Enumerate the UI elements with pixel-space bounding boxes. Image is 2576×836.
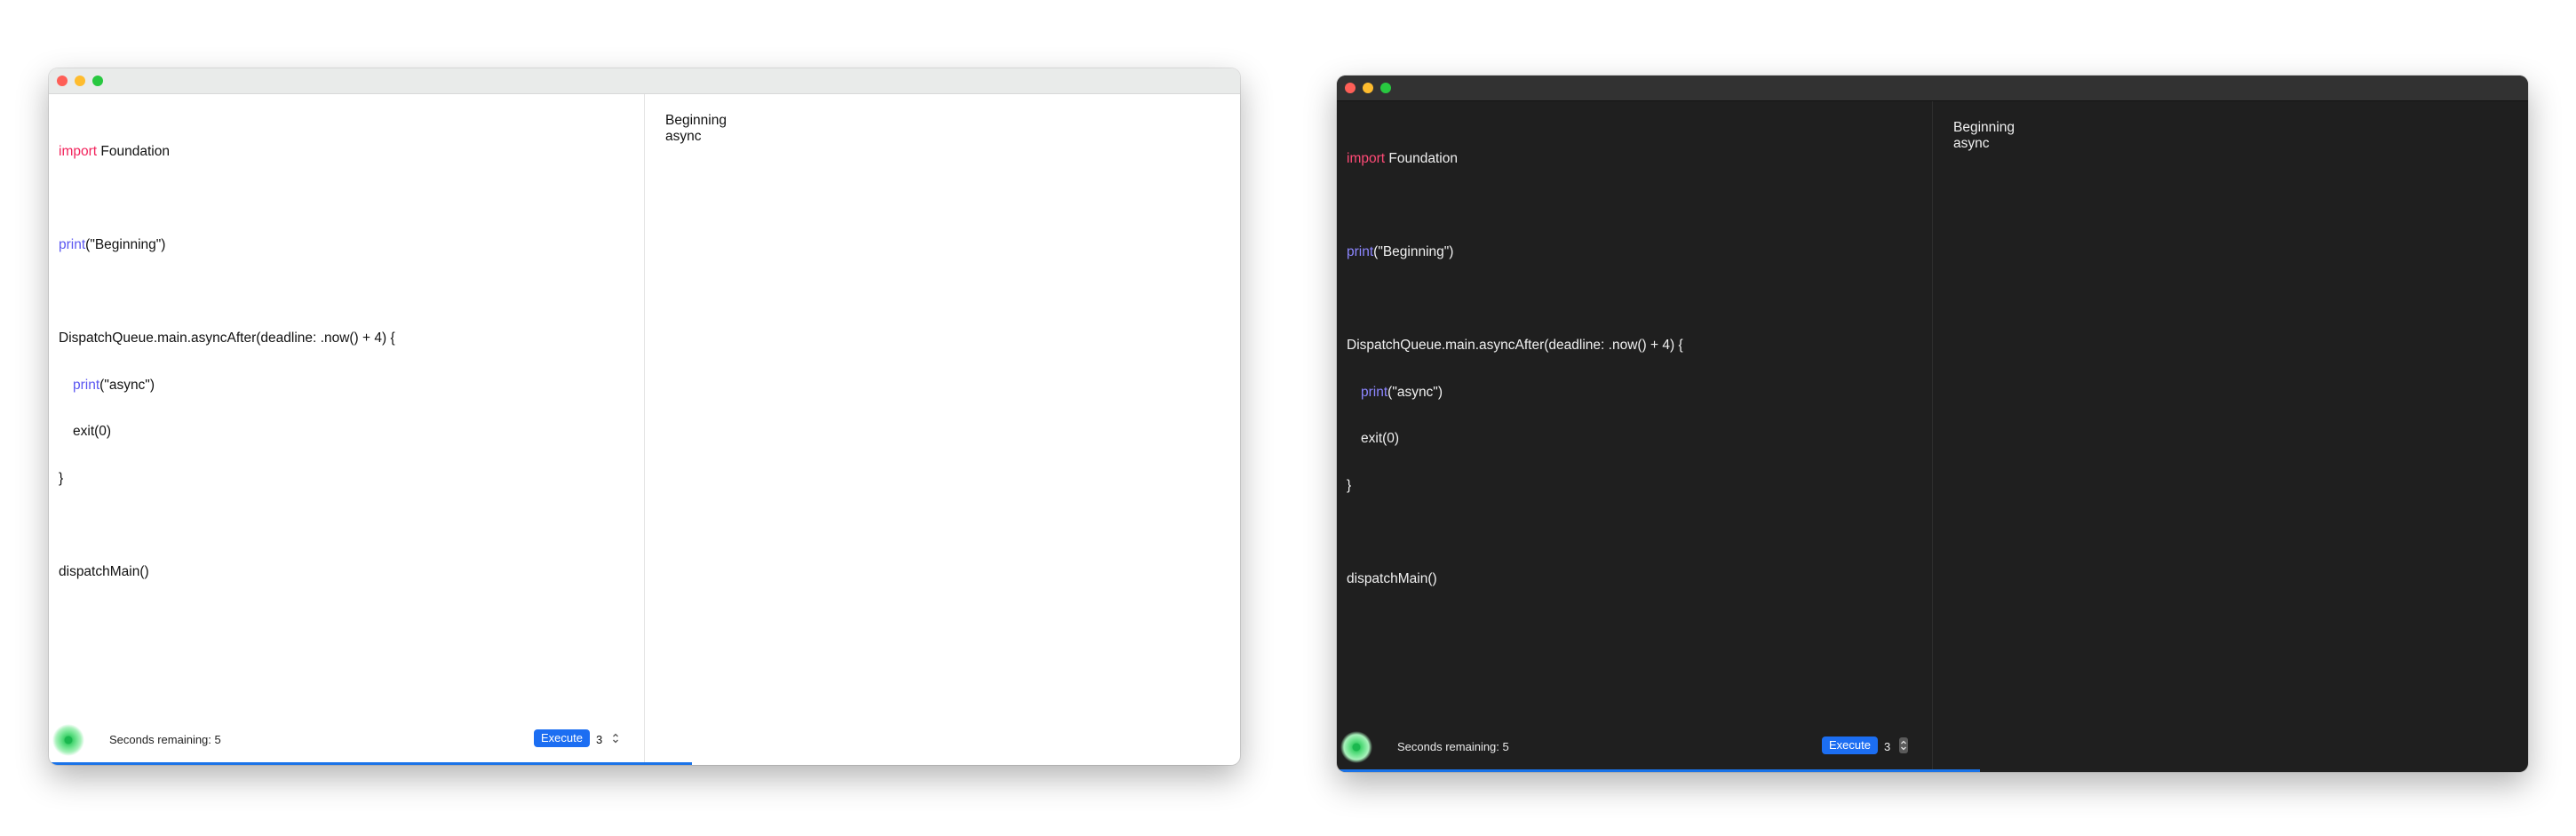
title-bar [1337, 76, 2528, 101]
seconds-remaining-label: Seconds remaining: 5 [109, 733, 221, 746]
seconds-remaining-label: Seconds remaining: 5 [1397, 740, 1509, 753]
code-line: dispatchMain() [1347, 570, 1437, 586]
zoom-window-button[interactable] [1380, 83, 1391, 93]
code-line: import Foundation [59, 144, 395, 160]
function-token: print [73, 377, 100, 393]
code-token: Foundation [97, 144, 170, 159]
code-text[interactable]: import Foundation print("Beginning") Dis… [59, 113, 395, 610]
output-panel: Beginning async [1933, 101, 2528, 772]
close-window-button[interactable] [1345, 83, 1356, 93]
function-token: print [59, 237, 86, 252]
code-token: Foundation [1385, 151, 1458, 166]
code-line: } [59, 470, 64, 486]
close-window-button[interactable] [57, 76, 68, 86]
code-line: print("Beginning") [1347, 244, 1683, 260]
code-token: ("Beginning") [1373, 244, 1454, 259]
output-text: Beginning async [665, 113, 727, 144]
stepper-value: 3 [1884, 740, 1891, 753]
code-line: print("Beginning") [59, 237, 395, 253]
dark-mode-window: import Foundation print("Beginning") Dis… [1337, 76, 2528, 772]
value-stepper[interactable] [1899, 737, 1908, 753]
output-text: Beginning async [1953, 120, 2015, 151]
code-line: dispatchMain() [59, 563, 149, 579]
progress-bar [49, 762, 1240, 765]
running-status-indicator-icon [52, 724, 84, 756]
output-line: async [1953, 135, 1990, 151]
code-text[interactable]: import Foundation print("Beginning") Dis… [1347, 120, 1683, 617]
code-editor[interactable]: import Foundation print("Beginning") Dis… [1337, 101, 1933, 772]
code-token: ("Beginning") [85, 237, 166, 252]
progress-fill [49, 762, 693, 765]
code-line: print("async") [1347, 385, 1683, 401]
bottom-toolbar: Seconds remaining: 5 Execute 3 [1337, 728, 1932, 772]
code-token: ("async") [1387, 384, 1443, 400]
minimize-window-button[interactable] [1363, 83, 1373, 93]
code-line: exit(0) [73, 424, 112, 439]
code-line: DispatchQueue.main.asyncAfter(deadline: … [59, 330, 395, 346]
light-mode-window: import Foundation print("Beginning") Dis… [49, 68, 1240, 765]
progress-fill [1337, 769, 1981, 772]
code-line: DispatchQueue.main.asyncAfter(deadline: … [1347, 338, 1683, 353]
keyword-token: import [59, 144, 98, 159]
code-line: import Foundation [1347, 151, 1683, 167]
value-stepper[interactable] [611, 730, 620, 746]
zoom-window-button[interactable] [92, 76, 103, 86]
up-down-chevron-icon [1901, 740, 1906, 751]
minimize-window-button[interactable] [75, 76, 85, 86]
code-editor[interactable]: import Foundation print("Beginning") Dis… [49, 94, 645, 765]
code-token: ("async") [99, 377, 155, 393]
title-bar [49, 68, 1240, 94]
output-line: Beginning [665, 113, 727, 128]
code-line: exit(0) [1361, 431, 1400, 446]
execute-button[interactable]: Execute [1822, 736, 1878, 754]
bottom-toolbar: Seconds remaining: 5 Execute 3 [49, 721, 644, 765]
output-panel: Beginning async [645, 94, 1240, 765]
code-line: } [1347, 477, 1352, 493]
stepper-value: 3 [596, 733, 603, 746]
output-line: Beginning [1953, 120, 2015, 135]
function-token: print [1347, 244, 1374, 259]
progress-bar [1337, 769, 2528, 772]
function-token: print [1361, 384, 1388, 400]
running-status-indicator-icon [1340, 731, 1372, 763]
keyword-token: import [1347, 151, 1386, 166]
up-down-chevron-icon [613, 733, 618, 744]
code-line: print("async") [59, 378, 395, 394]
output-line: async [665, 128, 702, 144]
execute-button[interactable]: Execute [534, 729, 590, 747]
